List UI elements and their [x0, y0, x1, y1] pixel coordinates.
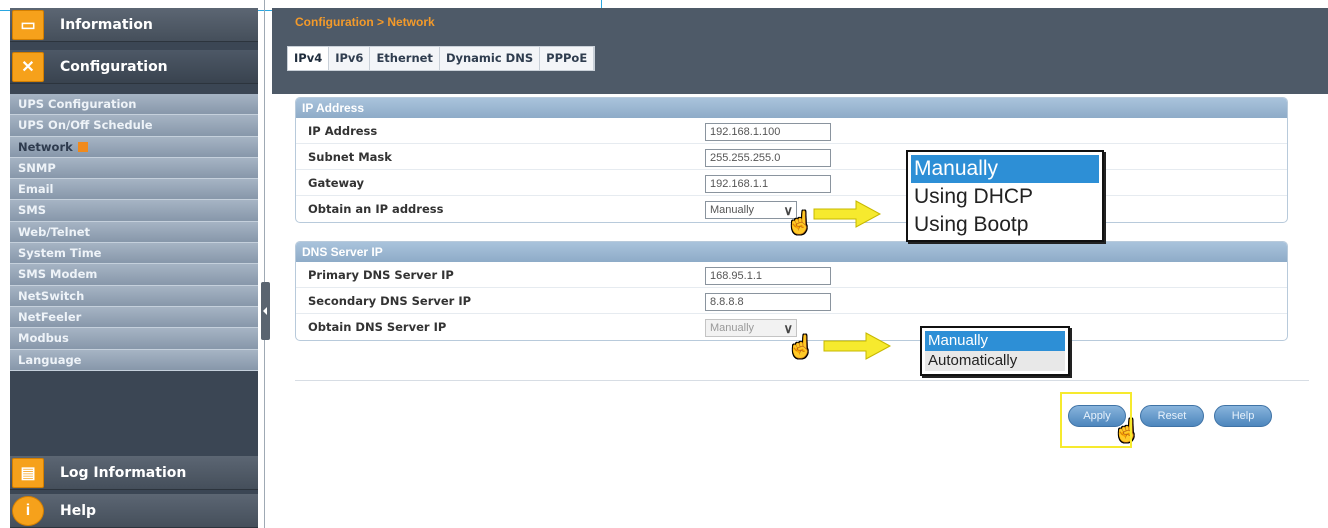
sidebar-item-web-telnet[interactable]: Web/Telnet	[10, 221, 258, 244]
option-using-bootp[interactable]: Using Bootp	[908, 211, 1102, 239]
ip-address-panel: IP Address IP Address 192.168.1.100 Subn…	[295, 97, 1288, 223]
sidebar-item-label: Web/Telnet	[18, 224, 91, 239]
apply-button[interactable]: Apply	[1068, 405, 1126, 427]
sidebar-item-label: Email	[18, 182, 54, 197]
row-label: Obtain an IP address	[308, 202, 444, 216]
divider	[295, 380, 1309, 381]
sidebar-section-label: Log Information	[60, 464, 187, 481]
tab-ipv6[interactable]: IPv6	[329, 47, 371, 70]
sidebar-item-label: Language	[18, 352, 82, 367]
hand-cursor-icon: ☝	[787, 334, 815, 359]
sidebar-section-label: Information	[60, 16, 153, 33]
log-folder-icon: ▤	[12, 457, 44, 488]
tab-pppoe[interactable]: PPPoE	[540, 47, 595, 70]
option-manually[interactable]: Manually	[911, 155, 1099, 183]
tab-dynamic-dns[interactable]: Dynamic DNS	[439, 47, 541, 70]
help-button[interactable]: Help	[1214, 405, 1272, 427]
sidebar-section-label: Help	[60, 502, 97, 519]
sidebar-item-label: NetSwitch	[18, 288, 85, 303]
row-label: Obtain DNS Server IP	[308, 320, 447, 334]
option-manually[interactable]: Manually	[925, 331, 1065, 351]
info-panel-icon: ▭	[12, 9, 44, 40]
sidebar-item-label: SMS Modem	[18, 267, 98, 282]
sidebar-section-label: Configuration	[60, 58, 168, 75]
tools-icon: ✕	[12, 51, 44, 82]
option-using-dhcp[interactable]: Using DHCP	[908, 183, 1102, 211]
secondary-dns-input[interactable]: 8.8.8.8	[705, 293, 831, 311]
panel-title: IP Address	[296, 98, 1287, 118]
sidebar-item-label: SNMP	[18, 160, 56, 175]
sidebar-item-system-time[interactable]: System Time	[10, 243, 258, 265]
row-label: Secondary DNS Server IP	[308, 294, 472, 308]
help-icon: i	[12, 495, 44, 526]
dns-server-panel: DNS Server IP Primary DNS Server IP 168.…	[295, 241, 1288, 341]
tab-bar: IPv4 IPv6 Ethernet Dynamic DNS PPPoE	[287, 46, 596, 71]
select-value: Manually	[710, 204, 755, 216]
sidebar-item-label: Modbus	[18, 331, 69, 346]
select-value: Manually	[710, 322, 755, 334]
gateway-input[interactable]: 192.168.1.1	[705, 175, 831, 193]
sidebar-item-network[interactable]: Network	[10, 136, 258, 158]
secondary-dns-row: Secondary DNS Server IP 8.8.8.8	[296, 288, 1287, 314]
tab-ethernet[interactable]: Ethernet	[370, 47, 440, 70]
obtain-ip-options-popup: Manually Using DHCP Using Bootp	[906, 150, 1104, 242]
sidebar-item-label: UPS Configuration	[18, 97, 137, 111]
ip-address-row: IP Address 192.168.1.100	[296, 118, 1287, 144]
tab-ipv4[interactable]: IPv4	[288, 47, 330, 70]
sidebar-item-snmp[interactable]: SNMP	[10, 157, 258, 180]
ip-address-input[interactable]: 192.168.1.100	[705, 123, 831, 141]
sidebar-collapse-handle[interactable]	[261, 282, 270, 340]
obtain-dns-options-popup: Manually Automatically	[920, 326, 1070, 376]
configuration-submenu: UPS Configuration UPS On/Off Schedule Ne…	[10, 94, 258, 371]
panel-title: DNS Server IP	[296, 242, 1287, 262]
row-label: Subnet Mask	[308, 150, 392, 164]
arrow-right-icon	[813, 200, 882, 228]
row-label: Gateway	[308, 176, 365, 190]
hand-cursor-icon: ☝	[786, 210, 814, 235]
sidebar-item-label: System Time	[18, 246, 102, 261]
row-label: IP Address	[308, 124, 378, 138]
sidebar-item-label: SMS	[18, 203, 47, 218]
gateway-row: Gateway 192.168.1.1	[296, 170, 1287, 196]
sidebar-item-label: Network	[18, 139, 73, 154]
sidebar: ▭ Information ✕ Configuration UPS Config…	[10, 8, 258, 528]
sidebar-item-modbus[interactable]: Modbus	[10, 328, 258, 350]
obtain-dns-select[interactable]: Manually ∨	[705, 319, 797, 337]
sidebar-divider	[264, 0, 265, 528]
sidebar-section-log-information[interactable]: ▤ Log Information	[10, 456, 258, 490]
sidebar-item-email[interactable]: Email	[10, 179, 258, 201]
arrow-right-icon	[823, 332, 892, 360]
primary-dns-input[interactable]: 168.95.1.1	[705, 267, 831, 285]
row-label: Primary DNS Server IP	[308, 268, 454, 282]
sidebar-item-netfeeler[interactable]: NetFeeler	[10, 306, 258, 329]
sidebar-item-language[interactable]: Language	[10, 349, 258, 371]
current-page-icon	[77, 141, 88, 152]
sidebar-section-information[interactable]: ▭ Information	[10, 8, 258, 42]
sidebar-item-netswitch[interactable]: NetSwitch	[10, 285, 258, 307]
reset-button[interactable]: Reset	[1140, 405, 1204, 427]
sidebar-section-help[interactable]: i Help	[10, 494, 258, 528]
sidebar-item-label: UPS On/Off Schedule	[18, 118, 153, 133]
sidebar-item-sms-modem[interactable]: SMS Modem	[10, 264, 258, 286]
breadcrumb: Configuration > Network	[295, 15, 435, 29]
subnet-mask-row: Subnet Mask 255.255.255.0	[296, 144, 1287, 170]
primary-dns-row: Primary DNS Server IP 168.95.1.1	[296, 262, 1287, 288]
sidebar-section-configuration[interactable]: ✕ Configuration	[10, 50, 258, 84]
sidebar-item-label: NetFeeler	[18, 309, 82, 324]
sidebar-item-sms[interactable]: SMS	[10, 200, 258, 222]
sidebar-item-ups-configuration[interactable]: UPS Configuration	[10, 94, 258, 116]
option-automatically[interactable]: Automatically	[925, 351, 1065, 371]
obtain-ip-select[interactable]: Manually ∨	[705, 201, 797, 219]
sidebar-item-ups-onoff-schedule[interactable]: UPS On/Off Schedule	[10, 115, 258, 137]
subnet-mask-input[interactable]: 255.255.255.0	[705, 149, 831, 167]
